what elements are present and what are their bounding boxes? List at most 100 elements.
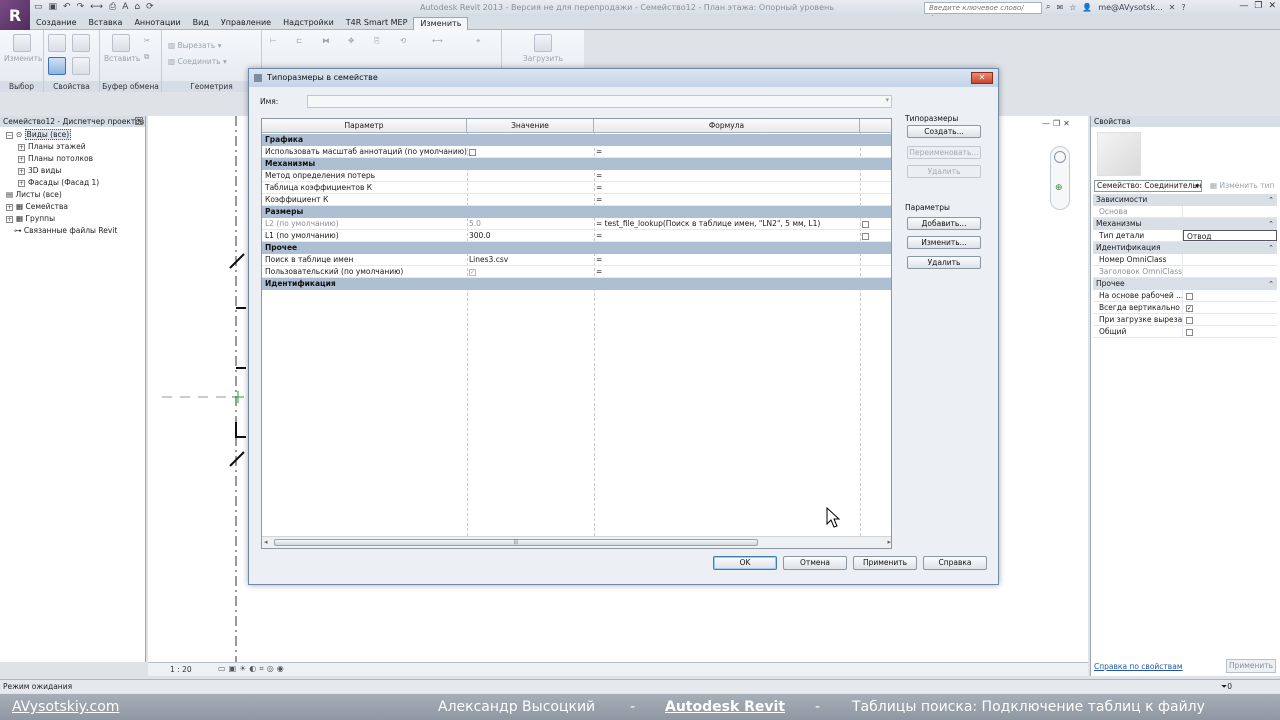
- lock-checkbox[interactable]: [862, 220, 869, 228]
- prop-category-identity[interactable]: Идентификация: [1093, 242, 1277, 254]
- scrollbar-thumb[interactable]: |||: [274, 539, 758, 546]
- rename-type-button[interactable]: Переименовать...: [907, 146, 981, 159]
- properties-apply-button[interactable]: Применить: [1226, 659, 1276, 673]
- delete-type-button[interactable]: Удалить: [907, 165, 981, 178]
- tab-view[interactable]: Вид: [187, 17, 215, 30]
- search-icon[interactable]: ⌕: [1046, 2, 1050, 12]
- tree-node-families[interactable]: + ▦ Семейства: [6, 202, 68, 211]
- tab-addins[interactable]: Надстройки: [277, 17, 340, 30]
- tree-node-floor-plans[interactable]: + Планы этажей: [18, 142, 86, 151]
- tab-t4r-smart-mep[interactable]: T4R Smart MEP: [340, 17, 414, 30]
- measure-tool-icon[interactable]: ⌖: [476, 36, 480, 46]
- lock-checkbox[interactable]: [862, 232, 869, 240]
- save-icon[interactable]: ▣: [49, 2, 58, 12]
- close-icon[interactable]: ×: [135, 117, 143, 125]
- value-cell[interactable]: Lines3.csv: [467, 254, 594, 265]
- prop-category-mechanical[interactable]: Механизмы: [1093, 218, 1277, 230]
- formula-cell[interactable]: =: [594, 194, 860, 205]
- print-icon[interactable]: ⎙: [109, 2, 116, 12]
- table-row[interactable]: Метод определения потерь =: [262, 170, 891, 182]
- text-icon[interactable]: A: [122, 2, 128, 12]
- value-cell[interactable]: 300.0: [467, 230, 594, 241]
- help-button[interactable]: Справка: [923, 556, 987, 570]
- modify-parameter-button[interactable]: Изменить...: [907, 236, 981, 249]
- table-row[interactable]: Пользовательский (по умолчанию) ✓ =: [262, 266, 891, 278]
- column-header-value[interactable]: Значение: [467, 119, 594, 132]
- value-cell[interactable]: [467, 182, 594, 193]
- subscription-icon[interactable]: ✉: [1056, 3, 1063, 12]
- tree-node-ceiling-plans[interactable]: + Планы потолков: [18, 154, 93, 163]
- tree-node-sheets[interactable]: ▤ Листы (все): [6, 190, 62, 199]
- always-vertical-checkbox[interactable]: ✓: [1186, 304, 1193, 312]
- prop-row-shared[interactable]: Общий: [1093, 326, 1277, 338]
- reveal-hidden-icon[interactable]: ◉: [277, 664, 284, 674]
- custom-checkbox[interactable]: ✓: [469, 268, 476, 276]
- dimension-icon[interactable]: ⟷: [432, 36, 443, 45]
- column-header-parameter[interactable]: Параметр: [262, 119, 467, 132]
- tab-insert[interactable]: Вставка: [83, 17, 129, 30]
- formula-cell[interactable]: = test_file_lookup(Поиск в таблице имен,…: [594, 218, 860, 229]
- zoom-icon[interactable]: ⊕: [1055, 183, 1065, 193]
- visual-style-icon[interactable]: ▣: [229, 664, 237, 674]
- close-icon[interactable]: ✕: [1063, 119, 1070, 128]
- move-icon[interactable]: ✥: [348, 36, 354, 45]
- align-icon[interactable]: ⊢: [270, 36, 277, 45]
- create-type-button[interactable]: Создать...: [907, 125, 981, 138]
- help-search-input[interactable]: Введите ключевое слово/фразу: [924, 2, 1042, 22]
- copy-element-icon[interactable]: ⎘: [374, 36, 380, 46]
- user-name[interactable]: me@AVysotsk...: [1098, 3, 1162, 12]
- scroll-left-icon[interactable]: ◂: [264, 538, 268, 546]
- selection-filter[interactable]: ⏷0: [1221, 682, 1232, 692]
- open-icon[interactable]: ▭: [34, 2, 43, 12]
- value-cell[interactable]: [467, 194, 594, 205]
- tree-node-elevations[interactable]: + Фасады (Фасад 1): [18, 178, 99, 187]
- tab-manage[interactable]: Управление: [215, 17, 277, 30]
- cut-with-voids-checkbox[interactable]: [1186, 316, 1193, 324]
- tree-node-groups[interactable]: + ▦ Группы: [6, 214, 55, 223]
- prop-category-other[interactable]: Прочее: [1093, 278, 1277, 290]
- table-row[interactable]: L2 (по умолчанию) 5.0 = test_file_lookup…: [262, 218, 891, 230]
- tab-annotate[interactable]: Аннотации: [128, 17, 186, 30]
- navigation-bar[interactable]: ⊕: [1050, 146, 1070, 210]
- copy-icon[interactable]: ⧉: [144, 52, 149, 62]
- scroll-right-icon[interactable]: ▸: [887, 538, 891, 546]
- table-row[interactable]: L1 (по умолчанию) 300.0 =: [262, 230, 891, 242]
- value-cell[interactable]: [467, 170, 594, 181]
- column-header-formula[interactable]: Формула: [594, 119, 860, 132]
- offset-icon[interactable]: ⊏: [296, 36, 302, 45]
- type-name-dropdown[interactable]: [307, 95, 892, 108]
- cancel-button[interactable]: Отмена: [783, 556, 847, 570]
- close-icon[interactable]: ✕: [971, 72, 993, 84]
- join-geometry-button[interactable]: ▧ Соединить ▾: [168, 57, 227, 66]
- table-row[interactable]: Таблица коэффициентов К =: [262, 182, 891, 194]
- modify-button[interactable]: Изменить: [4, 34, 42, 63]
- prop-row-work-plane-based[interactable]: На основе рабочей ...: [1093, 290, 1277, 302]
- application-menu-logo[interactable]: R: [0, 0, 30, 30]
- mirror-icon[interactable]: ⧓: [322, 36, 330, 45]
- user-icon[interactable]: 👤: [1082, 3, 1092, 12]
- tree-node-3d-views[interactable]: +3D виды: [18, 166, 61, 175]
- annotation-scale-checkbox[interactable]: [469, 148, 476, 156]
- tree-node-revit-links[interactable]: ⊶ Связанные файлы Revit: [14, 226, 117, 235]
- properties-button[interactable]: [48, 57, 66, 77]
- minimize-icon[interactable]: —: [1239, 1, 1248, 11]
- tab-modify[interactable]: Изменить: [413, 17, 469, 30]
- shared-checkbox[interactable]: [1186, 328, 1193, 336]
- delete-parameter-button[interactable]: Удалить: [907, 256, 981, 269]
- type-properties-button[interactable]: [72, 57, 90, 77]
- shadows-icon[interactable]: ◐: [249, 664, 256, 674]
- cut-icon[interactable]: ✂: [144, 36, 150, 45]
- formula-cell[interactable]: =: [594, 266, 860, 277]
- value-cell[interactable]: 5.0: [467, 218, 594, 229]
- properties-help-link[interactable]: Справка по свойствам: [1094, 662, 1182, 671]
- restore-icon[interactable]: ❐: [1053, 119, 1060, 128]
- prop-row-cut-with-voids[interactable]: При загрузке выреза...: [1093, 314, 1277, 326]
- measure-icon[interactable]: ⟷: [90, 2, 103, 12]
- temp-hide-icon[interactable]: ◎: [267, 664, 274, 674]
- comm-center-icon[interactable]: ☆: [1069, 3, 1076, 12]
- steering-wheel-icon[interactable]: [1054, 151, 1066, 163]
- paste-button[interactable]: Вставить: [104, 34, 140, 63]
- edit-type-button[interactable]: ▦ Изменить тип: [1207, 179, 1277, 192]
- apply-button[interactable]: Применить: [853, 556, 917, 570]
- family-category-button[interactable]: [72, 34, 90, 54]
